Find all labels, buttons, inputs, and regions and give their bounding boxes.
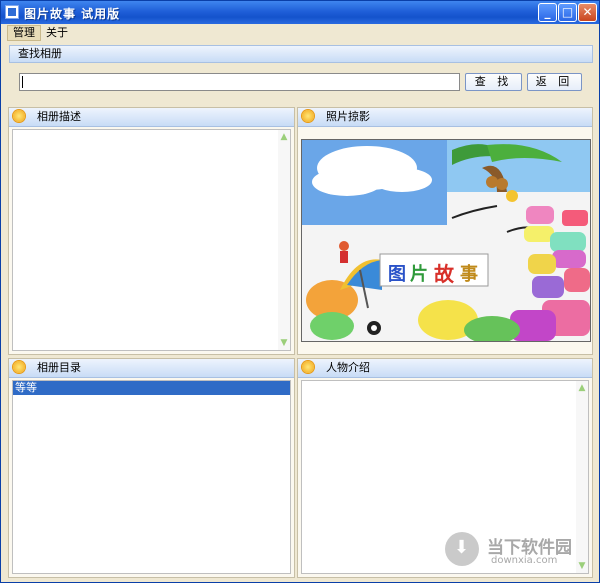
- description-text-area[interactable]: ▲ ▼: [12, 129, 291, 351]
- search-title: 查找相册: [18, 47, 62, 60]
- logo-char-4: 事: [460, 264, 478, 285]
- catalog-panel: 相册目录 等等: [8, 358, 295, 578]
- close-button[interactable]: ✕: [578, 3, 597, 22]
- description-panel-title: 相册描述: [37, 110, 81, 123]
- maximize-button[interactable]: □: [558, 3, 577, 22]
- title-bar[interactable]: 图片故事 试用版 _ □ ✕: [1, 1, 599, 24]
- logo-char-2: 片: [410, 264, 428, 285]
- beach-illustration: [302, 140, 590, 341]
- site-watermark: 当下软件园 downxia.com: [445, 532, 585, 572]
- find-button[interactable]: 查 找: [465, 73, 522, 91]
- back-button[interactable]: 返 回: [527, 73, 582, 91]
- text-caret: [22, 76, 23, 88]
- menu-about[interactable]: 关于: [41, 26, 73, 40]
- app-icon: [5, 5, 19, 19]
- photo-panel: 照片掠影 图 片 故 事: [297, 107, 593, 355]
- menu-bar: 管理 关于: [1, 24, 599, 42]
- window-title: 图片故事 试用版: [24, 7, 121, 21]
- photo-preview[interactable]: 图 片 故 事: [301, 139, 591, 342]
- minimize-button[interactable]: _: [538, 3, 557, 22]
- search-input[interactable]: [19, 73, 460, 91]
- main-window: 图片故事 试用版 _ □ ✕ 管理 关于 查找相册 查 找 返 回 相册描述 ▲…: [0, 0, 600, 583]
- catalog-list[interactable]: 等等: [12, 380, 291, 574]
- scroll-up-icon[interactable]: ▲: [279, 132, 289, 142]
- sun-icon: [302, 361, 314, 373]
- catalog-panel-header: 相册目录: [9, 359, 294, 378]
- scroll-down-icon[interactable]: ▼: [279, 338, 289, 348]
- description-panel: 相册描述 ▲ ▼: [8, 107, 295, 355]
- logo-char-3: 故: [434, 262, 454, 286]
- description-scrollbar[interactable]: ▲ ▼: [278, 130, 290, 350]
- search-header: 查找相册: [9, 45, 593, 63]
- download-icon: [445, 532, 479, 566]
- logo-char-1: 图: [388, 264, 406, 285]
- list-item[interactable]: 等等: [13, 381, 290, 395]
- sun-icon: [13, 361, 25, 373]
- people-panel-header: 人物介绍: [298, 359, 592, 378]
- photo-panel-header: 照片掠影: [298, 108, 592, 127]
- catalog-panel-title: 相册目录: [37, 361, 81, 374]
- people-panel-title: 人物介绍: [326, 361, 370, 374]
- scroll-up-icon[interactable]: ▲: [577, 383, 587, 393]
- sun-icon: [302, 110, 314, 122]
- menu-manage[interactable]: 管理: [7, 25, 41, 41]
- watermark-url: downxia.com: [491, 555, 558, 566]
- sun-icon: [13, 110, 25, 122]
- description-panel-header: 相册描述: [9, 108, 294, 127]
- photo-panel-title: 照片掠影: [326, 110, 370, 123]
